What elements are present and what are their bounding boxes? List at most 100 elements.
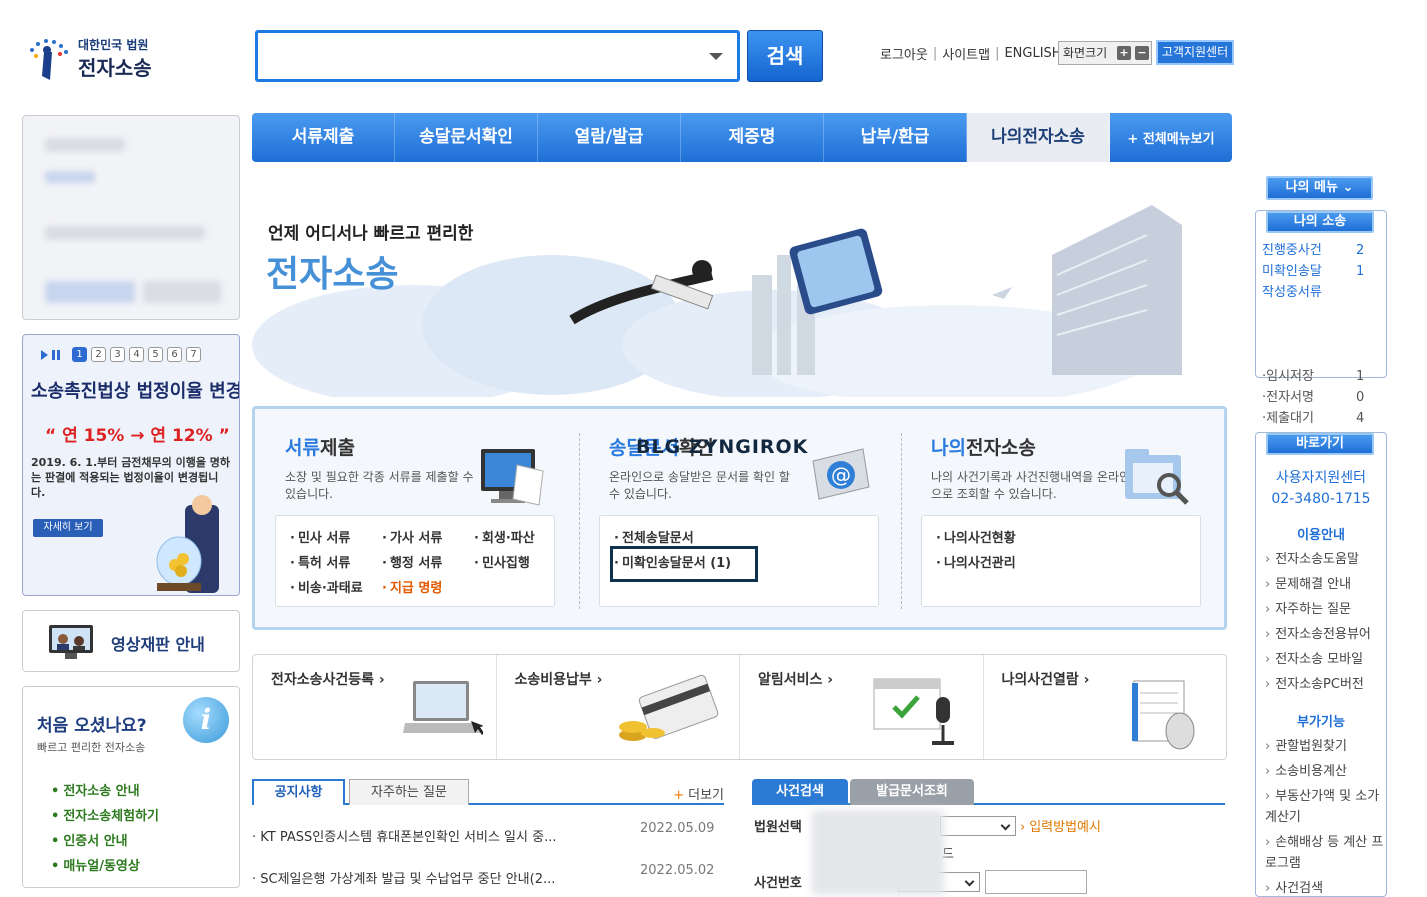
service-desc: 온라인으로 송달받은 문서를 확인 할 수 있습니다. [609, 470, 790, 501]
notice-title[interactable]: · KT PASS인증시스템 휴대폰본인확인 서비스 일시 중... [252, 826, 627, 845]
monitor-icon [481, 449, 544, 506]
extra-court-finder[interactable]: 관할법원찾기 [1265, 736, 1387, 757]
nav-my-ecourt[interactable]: 나의전자소송 [967, 113, 1110, 162]
case-number-label: 사건번호 [754, 876, 802, 891]
extra-damage-calc[interactable]: 손해배상 등 계산 프로그램 [1265, 832, 1387, 874]
link-my-case-status[interactable]: 나의사건현황 [936, 526, 1136, 551]
service-title[interactable]: 나의전자소송 [931, 433, 1036, 460]
font-size-label: 화면크기 [1063, 46, 1108, 60]
link-payment-order[interactable]: 지급 명령 [382, 576, 474, 601]
link-experience[interactable]: 전자소송체험하기 [51, 804, 159, 829]
case-submit-waiting[interactable]: ·제출대기 4 [1262, 408, 1382, 429]
usage-mobile[interactable]: 전자소송 모바일 [1265, 647, 1387, 672]
support-center-label: 사용자지원센터 [1275, 470, 1367, 486]
link-civil[interactable]: 민사 서류 [290, 526, 382, 551]
nav-view-issue[interactable]: 열람/발급 [538, 113, 681, 162]
logout-link[interactable]: 로그아웃 [880, 44, 928, 63]
usage-help[interactable]: 전자소송도움말 [1265, 547, 1387, 572]
notice-list: · KT PASS인증시스템 휴대폰본인확인 서비스 일시 중... 2022.… [252, 818, 722, 897]
nav-payment[interactable]: 납부/환급 [824, 113, 967, 162]
all-menu-button[interactable]: + 전체메뉴보기 [1110, 128, 1232, 147]
link-patent[interactable]: 특허 서류 [290, 551, 382, 576]
link-non-contentious[interactable]: 비송·과태료 [290, 576, 382, 601]
help-center-button[interactable]: 고객지원센터 [1156, 40, 1234, 65]
link-manual[interactable]: 매뉴얼/동영상 [51, 854, 159, 879]
video-trial-label: 영상재판 안내 [111, 635, 205, 654]
nav-service-docs[interactable]: 송달문서확인 [395, 113, 538, 162]
promo-page-4[interactable]: 4 [129, 347, 144, 362]
usage-viewer[interactable]: 전자소송전용뷰어 [1265, 622, 1387, 647]
nav-certificates[interactable]: 제증명 [681, 113, 824, 162]
pause-icon[interactable] [52, 349, 60, 360]
promo-banner[interactable]: 1 2 3 4 5 6 7 소송촉진법상 법정이율 변경 “ 연 15% → 연… [22, 334, 240, 596]
link-admin[interactable]: 행정 서류 [382, 551, 474, 576]
promo-page-3[interactable]: 3 [110, 347, 125, 362]
usage-faq[interactable]: 자주하는 질문 [1265, 597, 1387, 622]
font-increase-button[interactable]: + [1117, 46, 1131, 60]
usage-title: 이용안내 [1297, 528, 1345, 543]
search-input[interactable] [255, 30, 740, 82]
tab-faq[interactable]: 자주하는 질문 [349, 779, 469, 805]
link-my-case-manage[interactable]: 나의사건관리 [936, 551, 1136, 576]
extra-section: 부가기능 관할법원찾기 소송비용계산 부동산가액 및 소가계산기 손해배상 등 … [1255, 711, 1387, 897]
case-unconfirmed[interactable]: 미확인송달 1 [1262, 261, 1382, 282]
link-certificate[interactable]: 인증서 안내 [51, 829, 159, 854]
quick-notification[interactable]: 알림서비스 › [740, 655, 984, 759]
tab-issued-docs[interactable]: 발급문서조회 [850, 779, 974, 805]
video-trial-guide[interactable]: 영상재판 안내 [22, 610, 240, 672]
promo-page-5[interactable]: 5 [148, 347, 163, 362]
case-number-input[interactable] [985, 870, 1087, 894]
promo-text: 2019. 6. 1.부터 금전채무의 이행을 명하는 판결에 적용되는 법정이… [31, 456, 231, 499]
list-item[interactable]: · KT PASS인증시스템 휴대폰본인확인 서비스 일시 중... 2022.… [252, 818, 722, 860]
logo-subtitle: 대한민국 법원 [78, 38, 149, 52]
promo-page-2[interactable]: 2 [91, 347, 106, 362]
tab-notice[interactable]: 공지사항 [252, 779, 345, 805]
list-item[interactable]: · SC제일은행 가상계좌 발급 및 수납업무 중단 안내(2... 2022.… [252, 860, 722, 897]
dropdown-caret-icon[interactable] [709, 53, 723, 60]
link-family[interactable]: 가사 서류 [382, 526, 474, 551]
hero-banner: 언제 어디서나 빠르고 편리한 전자소송 [252, 175, 1232, 397]
font-decrease-button[interactable]: − [1135, 46, 1149, 60]
case-e-signature[interactable]: ·전자서명 0 [1262, 387, 1382, 408]
english-link[interactable]: ENGLISH [1004, 46, 1061, 61]
usage-list: 전자소송도움말 문제해결 안내 자주하는 질문 전자소송전용뷰어 전자소송 모바… [1255, 547, 1387, 697]
calendar-mic-icon [873, 678, 954, 745]
my-menu-button[interactable]: 나의 메뉴 ⌄ [1266, 176, 1373, 200]
logo-title: 전자소송 [78, 56, 152, 80]
extra-property-calc[interactable]: 부동산가액 및 소가계산기 [1265, 786, 1387, 828]
court-select-label: 법원선택 [754, 820, 802, 835]
usage-pc[interactable]: 전자소송PC버전 [1265, 672, 1387, 697]
nav-submit-docs[interactable]: 서류제출 [252, 113, 395, 162]
input-example-link[interactable]: › 입력방법예시 [1020, 816, 1101, 835]
extra-cost-calc[interactable]: 소송비용계산 [1265, 761, 1387, 782]
extra-case-search[interactable]: 사건검색 [1265, 878, 1387, 897]
service-title[interactable]: 서류제출 [285, 433, 355, 460]
quick-cost-payment[interactable]: 소송비용납부 › [497, 655, 740, 759]
quick-case-view[interactable]: 나의사건열람 › [984, 655, 1227, 759]
play-icon[interactable] [41, 349, 48, 360]
link-execution[interactable]: 민사집행 [474, 551, 566, 576]
top-utility-links: 로그아웃 | 사이트맵 | ENGLISH [880, 44, 1062, 63]
first-visit-links: 전자소송 안내 전자소송체험하기 인증서 안내 매뉴얼/동영상 [51, 779, 159, 879]
quick-case-register[interactable]: 전자소송사건등록 › [253, 655, 497, 759]
promo-page-6[interactable]: 6 [167, 347, 182, 362]
promo-page-7[interactable]: 7 [186, 347, 201, 362]
link-intro[interactable]: 전자소송 안내 [51, 779, 159, 804]
font-size-control: 화면크기 + − [1058, 41, 1152, 65]
site-logo[interactable]: 대한민국 법원 전자소송 [24, 32, 174, 82]
case-drafting[interactable]: 작성중서류 [1262, 282, 1382, 303]
more-link[interactable]: + 더보기 [673, 784, 724, 803]
usage-troubleshoot[interactable]: 문제해결 안내 [1265, 572, 1387, 597]
sitemap-link[interactable]: 사이트맵 [942, 44, 990, 63]
promo-page-1[interactable]: 1 [72, 347, 87, 362]
case-temp-saved[interactable]: ·임시저장 1 [1262, 366, 1382, 387]
notice-title[interactable]: · SC제일은행 가상계좌 발급 및 수납업무 중단 안내(2... [252, 868, 627, 887]
search-button[interactable]: 검색 [747, 30, 823, 82]
tab-case-search[interactable]: 사건검색 [752, 779, 848, 805]
service-links-box: 민사 서류 가사 서류 회생·파산 특허 서류 행정 서류 민사집행 비송·과태… [275, 515, 555, 607]
link-bankruptcy[interactable]: 회생·파산 [474, 526, 566, 551]
court-select[interactable] [940, 816, 1016, 836]
support-center[interactable]: 사용자지원센터 02-3480-1715 [1255, 468, 1387, 510]
case-in-progress[interactable]: 진행중사건 2 [1262, 240, 1382, 261]
promo-detail-button[interactable]: 자세히 보기 [33, 519, 103, 537]
